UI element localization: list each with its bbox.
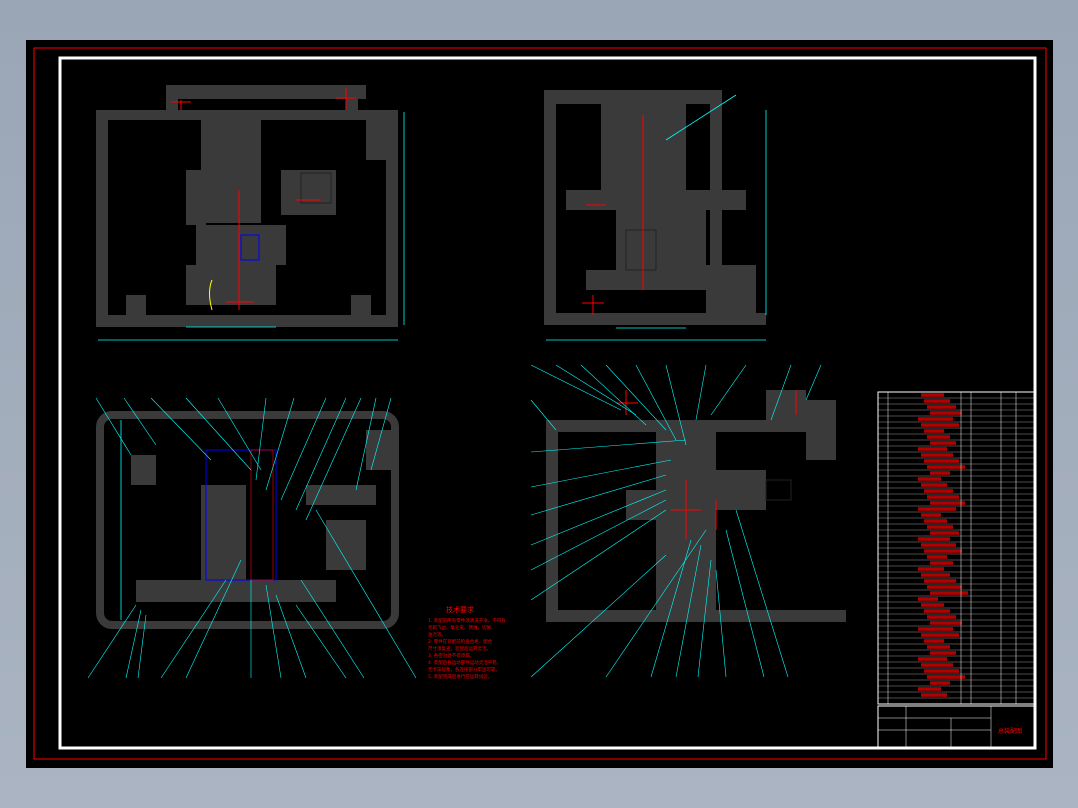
- parts-list-entry-mark: [930, 681, 950, 685]
- technical-requirement-line: 1. 装配前所有零件须清洗干净，不得有: [428, 617, 506, 624]
- parts-list-entry-mark: [921, 693, 947, 697]
- parts-list-entry-mark: [921, 423, 959, 427]
- parts-list: [877, 391, 1035, 705]
- technical-requirement-line: 无卡滞现象，各连接部分牢固可靠。: [428, 666, 500, 673]
- parts-list-entry-mark: [924, 519, 947, 523]
- parts-list-entry-mark: [921, 393, 944, 397]
- technical-requirement-line: 4. 装配后各运动部件运动灵活平稳，: [428, 659, 501, 666]
- drawing-viewport[interactable]: 技术要求 1. 装配前所有零件须清洗干净，不得有 毛刺飞边、氧化皮、锈蚀、切屑、…: [26, 40, 1053, 768]
- parts-list-entry-mark: [918, 627, 953, 631]
- parts-list-entry-mark: [924, 639, 944, 643]
- parts-list-entry-mark: [930, 531, 959, 535]
- parts-list-entry-mark: [918, 477, 941, 481]
- parts-list-entry-mark: [918, 657, 947, 661]
- parts-list-entry-mark: [918, 567, 944, 571]
- parts-list-entry-mark: [927, 585, 962, 589]
- technical-requirement-line: 5. 装配完成后进行空运转试验。: [428, 673, 492, 680]
- technical-requirement-line: 毛刺飞边、氧化皮、锈蚀、切屑、: [428, 624, 496, 631]
- parts-list-entry-mark: [921, 483, 947, 487]
- parts-list-entry-mark: [927, 465, 965, 469]
- side-view: [544, 90, 766, 325]
- parts-list-entry-mark: [918, 447, 947, 451]
- technical-requirement-line: 2. 零件在装配前检查合格，配合: [428, 638, 493, 645]
- top-view-parts: [131, 430, 391, 602]
- parts-list-rows: [878, 393, 1034, 699]
- parts-list-entry-mark: [927, 675, 965, 679]
- parts-list-entry-mark: [927, 615, 956, 619]
- parts-list-entry-mark: [924, 429, 944, 433]
- parts-list-entry-mark: [930, 441, 956, 445]
- title-block: 总装配图: [877, 705, 1035, 749]
- parts-list-entry-mark: [921, 513, 941, 517]
- parts-list-entry-mark: [927, 525, 953, 529]
- parts-list-entry-mark: [921, 603, 944, 607]
- parts-list-entry-mark: [924, 399, 950, 403]
- technical-requirement-line: 3. 各密封处不得渗漏。: [428, 652, 474, 659]
- parts-list-entry-mark: [927, 645, 950, 649]
- technical-requirements: 技术要求 1. 装配前所有零件须清洗干净，不得有 毛刺飞边、氧化皮、锈蚀、切屑、…: [428, 605, 506, 680]
- technical-requirement-line: 油污等。: [428, 631, 446, 638]
- parts-list-entry-mark: [921, 573, 950, 577]
- parts-list-entry-mark: [921, 543, 956, 547]
- parts-list-entry-mark: [930, 621, 962, 625]
- parts-list-entry-mark: [927, 405, 956, 409]
- technical-requirements-title: 技术要求: [446, 605, 474, 614]
- parts-list-entry-mark: [918, 537, 950, 541]
- parts-list-entry-mark: [918, 417, 953, 421]
- technical-requirement-line: 尺寸须复查，装配后运转灵活。: [428, 645, 491, 652]
- parts-list-entry-mark: [924, 489, 953, 493]
- section-view: [546, 390, 846, 622]
- parts-list-entry-mark: [930, 561, 953, 565]
- outer-border: [33, 47, 1047, 760]
- parts-list-entry-mark: [921, 663, 953, 667]
- parts-list-entry-mark: [918, 687, 941, 691]
- front-view: [96, 85, 398, 327]
- parts-list-entry-mark: [924, 549, 962, 553]
- parts-list-entry-mark: [930, 591, 968, 595]
- parts-list-entry-mark: [930, 411, 962, 415]
- parts-list-entry-mark: [921, 453, 953, 457]
- parts-list-entry-mark: [918, 597, 938, 601]
- parts-list-entry-mark: [921, 633, 959, 637]
- parts-list-entry-mark: [924, 669, 959, 673]
- parts-list-entry-mark: [930, 501, 965, 505]
- parts-list-entry-mark: [924, 579, 956, 583]
- parts-list-entry-mark: [927, 555, 947, 559]
- parts-list-entry-mark: [930, 651, 956, 655]
- parts-list-entry-mark: [927, 435, 950, 439]
- parts-list-entry-mark: [924, 609, 950, 613]
- parts-list-entry-mark: [930, 471, 950, 475]
- parts-list-entry-mark: [918, 507, 956, 511]
- parts-list-entry-mark: [927, 495, 959, 499]
- cad-drawing-canvas: 技术要求 1. 装配前所有零件须清洗干净，不得有 毛刺飞边、氧化皮、锈蚀、切屑、…: [33, 47, 1047, 760]
- top-view-leaders: [87, 397, 417, 679]
- parts-list-entry-mark: [924, 459, 959, 463]
- title-block-name: 总装配图: [998, 727, 1022, 735]
